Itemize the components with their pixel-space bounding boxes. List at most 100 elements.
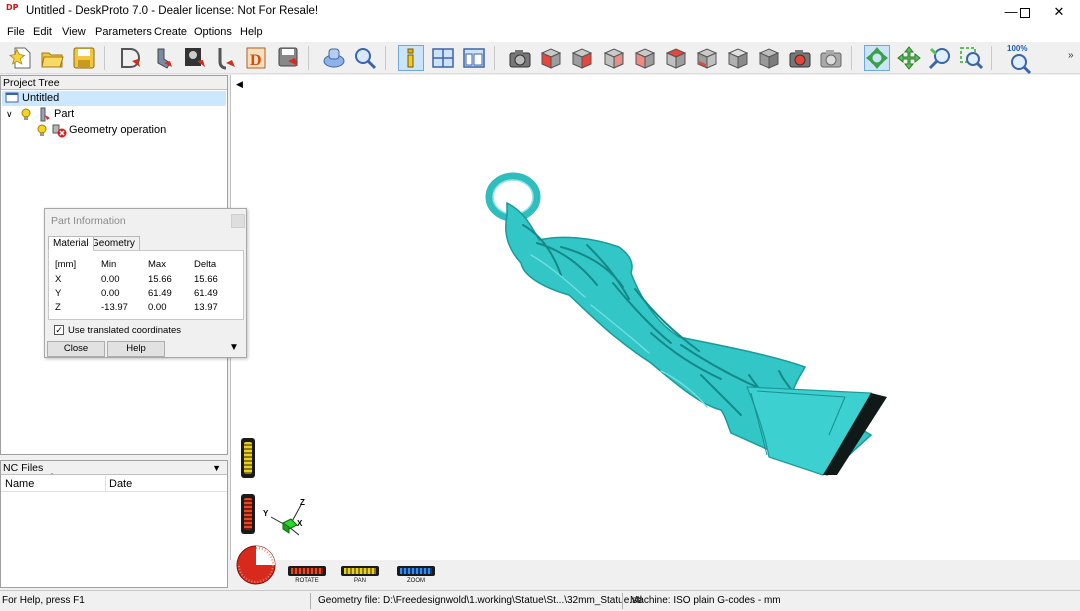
part-dimensions-table: [mm] Min Max Delta X 0.00 15.66 15.66 Y … (48, 250, 244, 320)
rotate-dial-icon[interactable] (235, 544, 277, 586)
depth-gauge-red[interactable] (241, 494, 255, 534)
rotate-icon (866, 47, 888, 69)
row-y-label: Y (55, 288, 62, 299)
wizard-2d-icon[interactable] (118, 45, 144, 71)
wizard-3d-icon[interactable] (150, 45, 176, 71)
view-solid-icon[interactable] (756, 45, 782, 71)
part-icon (40, 107, 50, 122)
menu-create[interactable]: Create (154, 26, 187, 38)
tree-item-untitled[interactable]: Untitled (2, 91, 226, 106)
save-icon[interactable] (71, 45, 97, 71)
open-folder-icon[interactable] (39, 45, 65, 71)
wizard-dxf-icon[interactable]: D (244, 45, 270, 71)
wizard-bitmap-icon[interactable] (182, 45, 208, 71)
title-bar: DP Untitled - DeskProto 7.0 - Dealer lic… (0, 0, 1080, 24)
3d-viewport[interactable]: ◀ Z Y X (230, 75, 1080, 588)
tree-label-part: Part (54, 108, 75, 120)
menu-file[interactable]: File (7, 26, 25, 38)
close-window-button[interactable]: ✕ (1036, 0, 1080, 24)
camera-restore-icon[interactable] (818, 45, 844, 71)
status-machine: Machine: ISO plain G-codes - mm (630, 595, 781, 606)
menu-edit[interactable]: Edit (33, 26, 52, 38)
project-icon (5, 92, 19, 103)
view-bottom-icon[interactable] (725, 45, 751, 71)
new-project-icon[interactable] (9, 45, 35, 71)
column-name[interactable]: Name (5, 478, 34, 490)
toolbar-separator (104, 46, 105, 70)
chevron-down-icon[interactable]: ∨ (6, 107, 13, 122)
dialog-title: Part Information (51, 215, 126, 227)
help-button[interactable]: Help (107, 341, 165, 357)
row-x-delta: 15.66 (194, 274, 218, 285)
nc-files-title: NC Files (3, 462, 44, 474)
toolbar-separator (851, 46, 852, 70)
tab-material[interactable]: Material (48, 236, 94, 251)
toolbar-overflow-icon[interactable]: » (1068, 50, 1074, 61)
geometry-operation-icon (52, 124, 67, 138)
part-info-button[interactable] (398, 45, 424, 71)
close-button[interactable]: Close (47, 341, 105, 357)
simulation-icon[interactable] (321, 45, 347, 71)
row-z-min: -13.97 (101, 302, 128, 313)
nc-files-panel: NC Files ▼ Name ⌃ Date (0, 460, 228, 588)
expand-dialog-icon[interactable]: ▼ (229, 342, 239, 353)
statue-model (485, 172, 887, 476)
viewport-mouse-bar: ROTATE PAN ZOOM (230, 545, 1080, 588)
column-min: Min (101, 259, 117, 270)
view-iso-icon[interactable] (538, 45, 564, 71)
status-bar: For Help, press F1 Geometry file: D:\Fre… (0, 590, 1080, 611)
save-nc-icon[interactable] (276, 45, 302, 71)
translated-coordinates-checkbox[interactable]: ✓ (54, 325, 64, 335)
info-icon (407, 48, 414, 68)
column-divider[interactable] (105, 476, 106, 491)
column-date[interactable]: Date (109, 478, 132, 490)
row-x-label: X (55, 274, 62, 285)
pan-icon[interactable] (896, 45, 922, 71)
lightbulb-icon[interactable] (37, 124, 47, 137)
app-logo-icon: DP (6, 3, 19, 12)
wizard-vector-icon[interactable] (214, 45, 240, 71)
axis-label-x: X (297, 519, 303, 528)
rotate-mode-button[interactable] (864, 45, 890, 71)
view-front-icon[interactable] (569, 45, 595, 71)
tree-item-geometry-operation[interactable]: Geometry operation (2, 123, 226, 138)
view-left-icon[interactable] (663, 45, 689, 71)
layout-icon[interactable] (430, 45, 456, 71)
column-unit: [mm] (55, 259, 77, 270)
status-help: For Help, press F1 (2, 595, 85, 606)
view-top-icon[interactable] (694, 45, 720, 71)
menu-help[interactable]: Help (240, 26, 263, 38)
part-information-dialog: Part Information Material Geometry [mm] … (44, 208, 247, 358)
lightbulb-icon[interactable] (21, 108, 31, 121)
tree-item-part[interactable]: ∨ Part (2, 107, 226, 122)
window-title: Untitled - DeskProto 7.0 - Dealer licens… (26, 5, 319, 17)
pan-label: PAN (354, 578, 366, 584)
rotate-mouse-button[interactable] (288, 566, 326, 576)
dialog-close-button[interactable] (231, 214, 245, 228)
camera-view-icon[interactable] (507, 45, 533, 71)
axis-label-z: Z (300, 498, 305, 507)
menu-bar: File Edit View Parameters Create Options… (0, 24, 1080, 42)
view-right-icon[interactable] (601, 45, 627, 71)
depth-gauge-yellow[interactable] (241, 438, 255, 478)
camera-save-icon[interactable] (787, 45, 813, 71)
row-x-min: 0.00 (101, 274, 120, 285)
zoom-mouse-button[interactable] (397, 566, 435, 576)
menu-view[interactable]: View (62, 26, 86, 38)
pan-mouse-button[interactable] (341, 566, 379, 576)
zoom-window-icon[interactable] (958, 45, 984, 71)
menu-options[interactable]: Options (194, 26, 232, 38)
nc-files-header: NC Files ▼ (1, 461, 227, 475)
zoom-fit-icon[interactable] (1007, 50, 1033, 76)
translated-coordinates-label: Use translated coordinates (68, 325, 182, 336)
zoom-in-icon[interactable] (927, 45, 953, 71)
view-toolpath-icon[interactable] (352, 45, 378, 71)
tree-label-geometry-operation: Geometry operation (69, 124, 167, 136)
menu-parameters[interactable]: Parameters (95, 26, 152, 38)
window-panel-icon[interactable] (461, 45, 487, 71)
toolbar: D (0, 42, 1080, 76)
dropdown-arrow-icon[interactable]: ▼ (212, 461, 221, 475)
view-back-icon[interactable] (632, 45, 658, 71)
tab-geometry[interactable]: Geometry (86, 236, 140, 251)
row-y-max: 61.49 (148, 288, 172, 299)
